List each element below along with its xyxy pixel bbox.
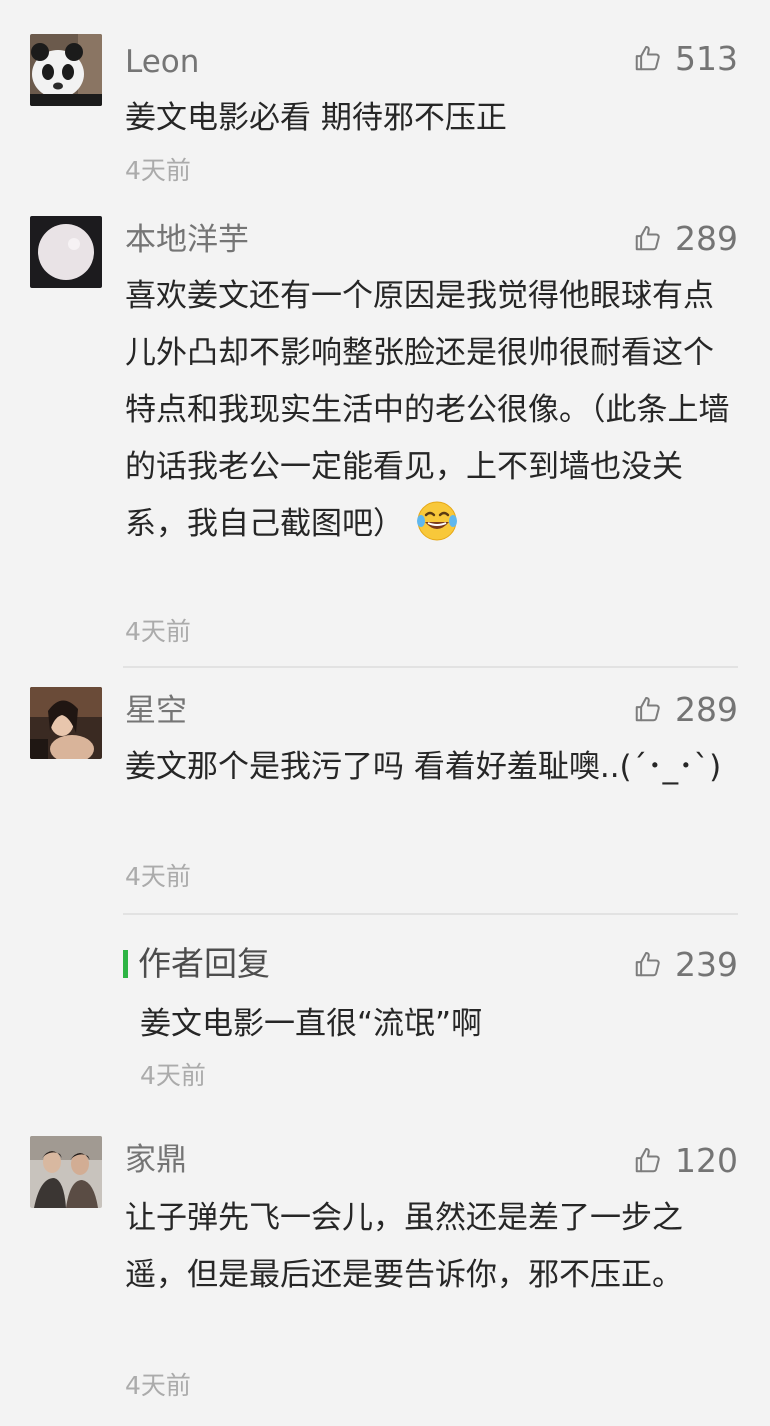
moon-avatar[interactable] xyxy=(30,216,102,288)
reply-accent-bar xyxy=(123,950,128,978)
comment-item: Leon 513 姜文电影必看 期待邪不压正 4天前 xyxy=(0,34,770,185)
like-button[interactable]: 289 xyxy=(633,689,738,729)
laughing-tears-emoji xyxy=(417,501,457,541)
panda-avatar[interactable] xyxy=(30,34,102,106)
comment-time: 4天前 xyxy=(125,1371,191,1400)
comment-text: 姜文电影必看 期待邪不压正 xyxy=(125,100,507,136)
divider xyxy=(123,666,738,668)
like-count: 239 xyxy=(675,944,738,984)
comment-time: 4天前 xyxy=(125,156,191,185)
comment-text: 让子弹先飞一会儿，虽然还是差了一步之遥，但是最后还是要告诉你，邪不压正。 xyxy=(125,1200,683,1293)
thumbs-up-icon xyxy=(633,223,663,253)
author-reply: 作者回复 239 姜文电影一直很“流氓”啊 4天前 xyxy=(0,944,770,1094)
comment-time: 4天前 xyxy=(125,862,191,891)
reply-time: 4天前 xyxy=(140,1061,206,1090)
like-count: 513 xyxy=(675,38,738,78)
like-button[interactable]: 239 xyxy=(633,944,738,984)
woman-avatar[interactable] xyxy=(30,687,102,759)
divider xyxy=(123,913,738,915)
like-button[interactable]: 289 xyxy=(633,218,738,258)
commenter-name[interactable]: Leon xyxy=(125,42,199,82)
couple-avatar[interactable] xyxy=(30,1136,102,1208)
like-button[interactable]: 120 xyxy=(633,1140,738,1180)
commenter-name[interactable]: 星空 xyxy=(125,691,187,731)
comment-time: 4天前 xyxy=(125,617,191,646)
comment-text: 姜文那个是我污了吗 看着好羞耻噢..(´･_･`) xyxy=(125,749,722,785)
comment-item: 本地洋芋 289 喜欢姜文还有一个原因是我觉得他眼球有点儿外凸却不影响整张脸还是… xyxy=(0,216,770,646)
thumbs-up-icon xyxy=(633,949,663,979)
like-button[interactable]: 513 xyxy=(633,38,738,78)
commenter-name[interactable]: 家鼎 xyxy=(125,1140,187,1180)
like-count: 289 xyxy=(675,218,738,258)
like-count: 120 xyxy=(675,1140,738,1180)
like-count: 289 xyxy=(675,689,738,729)
comment-item: 星空 289 姜文那个是我污了吗 看着好羞耻噢..(´･_･`) 4天前 xyxy=(0,687,770,891)
thumbs-up-icon xyxy=(633,694,663,724)
author-reply-label: 作者回复 xyxy=(138,944,270,983)
reply-text: 姜文电影一直很“流氓”啊 xyxy=(140,1006,483,1042)
comment-item: 家鼎 120 让子弹先飞一会儿，虽然还是差了一步之遥，但是最后还是要告诉你，邪不… xyxy=(0,1136,770,1400)
thumbs-up-icon xyxy=(633,1145,663,1175)
comment-text: 喜欢姜文还有一个原因是我觉得他眼球有点儿外凸却不影响整张脸还是很帅很耐看这个特点… xyxy=(125,268,735,553)
commenter-name[interactable]: 本地洋芋 xyxy=(125,220,249,260)
thumbs-up-icon xyxy=(633,43,663,73)
